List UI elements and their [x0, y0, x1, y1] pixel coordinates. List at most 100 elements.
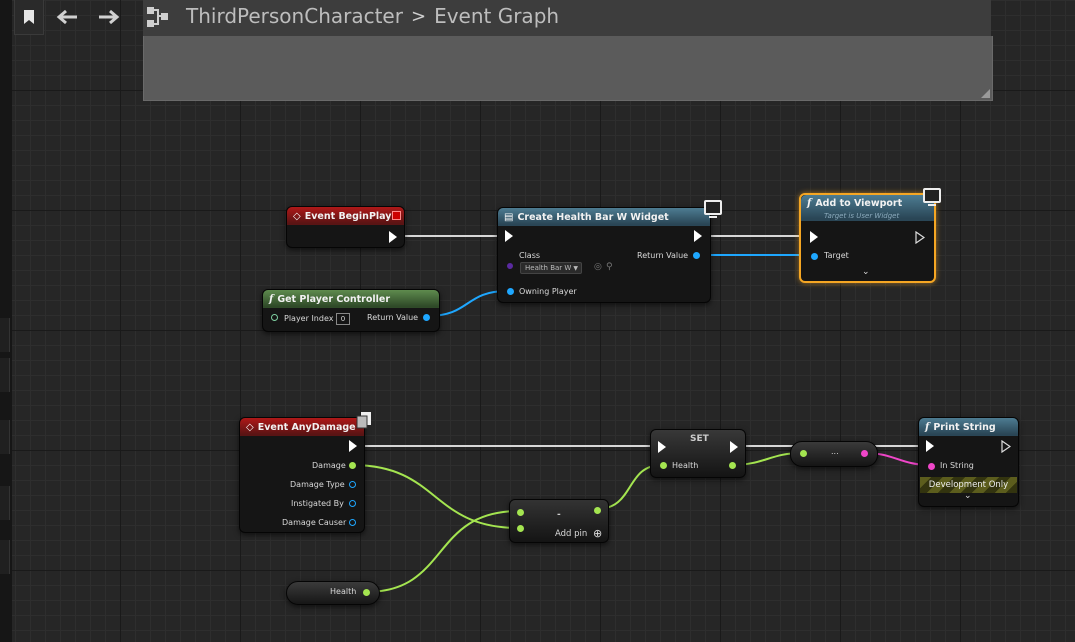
- float-wire-health-subtract: [365, 510, 520, 593]
- panel-tab[interactable]: [0, 486, 10, 520]
- panel-tab[interactable]: [0, 358, 10, 392]
- pin-label-return: Return Value: [637, 251, 689, 260]
- return-value-pin[interactable]: [693, 252, 700, 259]
- damage-type-pin[interactable]: [349, 481, 356, 488]
- node-header: f Print String: [919, 418, 1018, 436]
- node-title: Add to Viewport: [815, 198, 903, 209]
- conversion-label: ...: [831, 447, 839, 456]
- pin-label-return: Return Value: [367, 313, 419, 322]
- owning-player-pin[interactable]: [507, 288, 514, 295]
- browse-icon[interactable]: ◎: [594, 262, 602, 272]
- class-pin[interactable]: [507, 263, 513, 269]
- exec-out-pin[interactable]: [694, 230, 702, 242]
- breadcrumb: ThirdPersonCharacter > Event Graph: [186, 4, 559, 28]
- exec-in-pin[interactable]: [926, 440, 934, 452]
- pin-label-in-string: In String: [940, 461, 974, 470]
- pin-label-damage: Damage: [312, 461, 346, 470]
- exec-in-pin[interactable]: [810, 231, 818, 243]
- node-title: Print String: [933, 421, 996, 433]
- operator-label: -: [557, 510, 561, 520]
- chevron-down-icon[interactable]: ⌄: [964, 491, 972, 501]
- player-index-input[interactable]: 0: [336, 313, 350, 325]
- bookmark-button[interactable]: [14, 0, 44, 35]
- panel-tab[interactable]: [0, 420, 10, 454]
- node-set-health[interactable]: SET Health: [650, 429, 746, 478]
- node-title: SET: [690, 434, 709, 444]
- chevron-down-icon[interactable]: ⌄: [862, 267, 870, 277]
- event-diamond-icon: ◇: [293, 210, 301, 222]
- node-float-to-string[interactable]: ...: [790, 441, 878, 467]
- return-value-pin[interactable]: [423, 314, 430, 321]
- node-event-anydamage[interactable]: ◇ Event AnyDamage Damage Damage Type Ins…: [239, 412, 371, 533]
- in-string-pin[interactable]: [928, 463, 935, 470]
- arrow-right-icon: [99, 9, 120, 25]
- function-icon: f: [807, 198, 812, 209]
- exec-out-pin[interactable]: [389, 231, 397, 243]
- damage-causer-pin[interactable]: [349, 519, 356, 526]
- exec-in-pin[interactable]: [505, 230, 513, 242]
- health-output-pin[interactable]: [729, 462, 736, 469]
- resize-grip-icon[interactable]: [981, 89, 990, 98]
- node-create-widget[interactable]: ▤ Create Health Bar W Widget Class Healt…: [497, 200, 722, 303]
- plus-circle-icon[interactable]: ⊕: [593, 527, 602, 540]
- monitor-icon: [923, 188, 941, 206]
- arrow-left-icon: [56, 9, 77, 25]
- event-diamond-icon: ◇: [246, 421, 254, 433]
- variable-label: Health: [330, 587, 357, 596]
- exec-out-pin[interactable]: [915, 231, 925, 244]
- exec-out-pin[interactable]: [1001, 440, 1011, 453]
- node-header: ▤ Create Health Bar W Widget: [498, 208, 710, 226]
- chevron-down-icon: ▼: [573, 264, 578, 272]
- subtract-input-a-pin[interactable]: [517, 509, 524, 516]
- node-event-beginplay[interactable]: ◇ Event BeginPlay: [286, 206, 405, 248]
- bookmark-icon: [24, 10, 34, 24]
- subtract-output-pin[interactable]: [594, 507, 601, 514]
- node-get-health[interactable]: Health: [286, 581, 380, 605]
- conversion-input-pin[interactable]: [800, 450, 807, 457]
- node-title: Event BeginPlay: [304, 210, 392, 222]
- comment-box[interactable]: [143, 36, 993, 101]
- pin-label-instigated-by: Instigated By: [291, 499, 344, 508]
- node-print-string[interactable]: f Print String In String Development Onl…: [918, 417, 1019, 507]
- exec-in-pin[interactable]: [658, 441, 666, 453]
- graph-type-button[interactable]: [145, 0, 171, 34]
- exec-out-pin[interactable]: [349, 440, 357, 452]
- breadcrumb-separator: >: [410, 5, 427, 27]
- forward-button[interactable]: [96, 0, 122, 34]
- target-pin[interactable]: [811, 253, 818, 260]
- panel-tab[interactable]: [0, 318, 10, 352]
- pin-label-owning-player: Owning Player: [519, 287, 577, 296]
- class-dropdown[interactable]: Health Bar W ▼: [520, 262, 582, 274]
- node-add-to-viewport[interactable]: f Add to Viewport Target is User Widget …: [799, 188, 941, 283]
- damage-pin[interactable]: [349, 462, 356, 469]
- node-get-player-controller[interactable]: f Get Player Controller Player Index 0 R…: [262, 289, 440, 332]
- node-subtract[interactable]: - Add pin ⊕: [509, 499, 609, 543]
- exec-out-pin[interactable]: [730, 441, 738, 453]
- instigated-by-pin[interactable]: [349, 500, 356, 507]
- monitor-icon: [704, 200, 722, 218]
- node-header: ◇ Event BeginPlay: [287, 207, 404, 225]
- pin-label-damage-causer: Damage Causer: [282, 518, 347, 527]
- class-dropdown-value: Health Bar W: [525, 264, 572, 272]
- left-panel-edge: [0, 0, 12, 642]
- delegate-pin[interactable]: [392, 211, 401, 220]
- replication-icon: [356, 412, 371, 429]
- health-input-pin[interactable]: [660, 462, 667, 469]
- widget-icon: ▤: [504, 211, 514, 223]
- panel-tab[interactable]: [0, 540, 10, 574]
- breadcrumb-blueprint[interactable]: ThirdPersonCharacter: [186, 4, 403, 28]
- graph-hierarchy-icon: [147, 7, 168, 27]
- graph-toolbar: ThirdPersonCharacter > Event Graph: [0, 0, 1075, 36]
- subtract-input-b-pin[interactable]: [517, 525, 524, 532]
- health-output-pin[interactable]: [363, 589, 370, 596]
- float-wire-damage-subtract: [351, 464, 520, 529]
- node-header: f Get Player Controller: [263, 290, 439, 308]
- player-index-pin[interactable]: [271, 314, 278, 321]
- pin-label-target: Target: [824, 251, 849, 260]
- breadcrumb-graph[interactable]: Event Graph: [434, 4, 559, 28]
- conversion-output-pin[interactable]: [861, 450, 868, 457]
- search-icon[interactable]: ⚲: [606, 262, 613, 272]
- pin-label-damage-type: Damage Type: [290, 480, 345, 489]
- back-button[interactable]: [54, 0, 80, 34]
- add-pin-button[interactable]: Add pin: [555, 529, 587, 539]
